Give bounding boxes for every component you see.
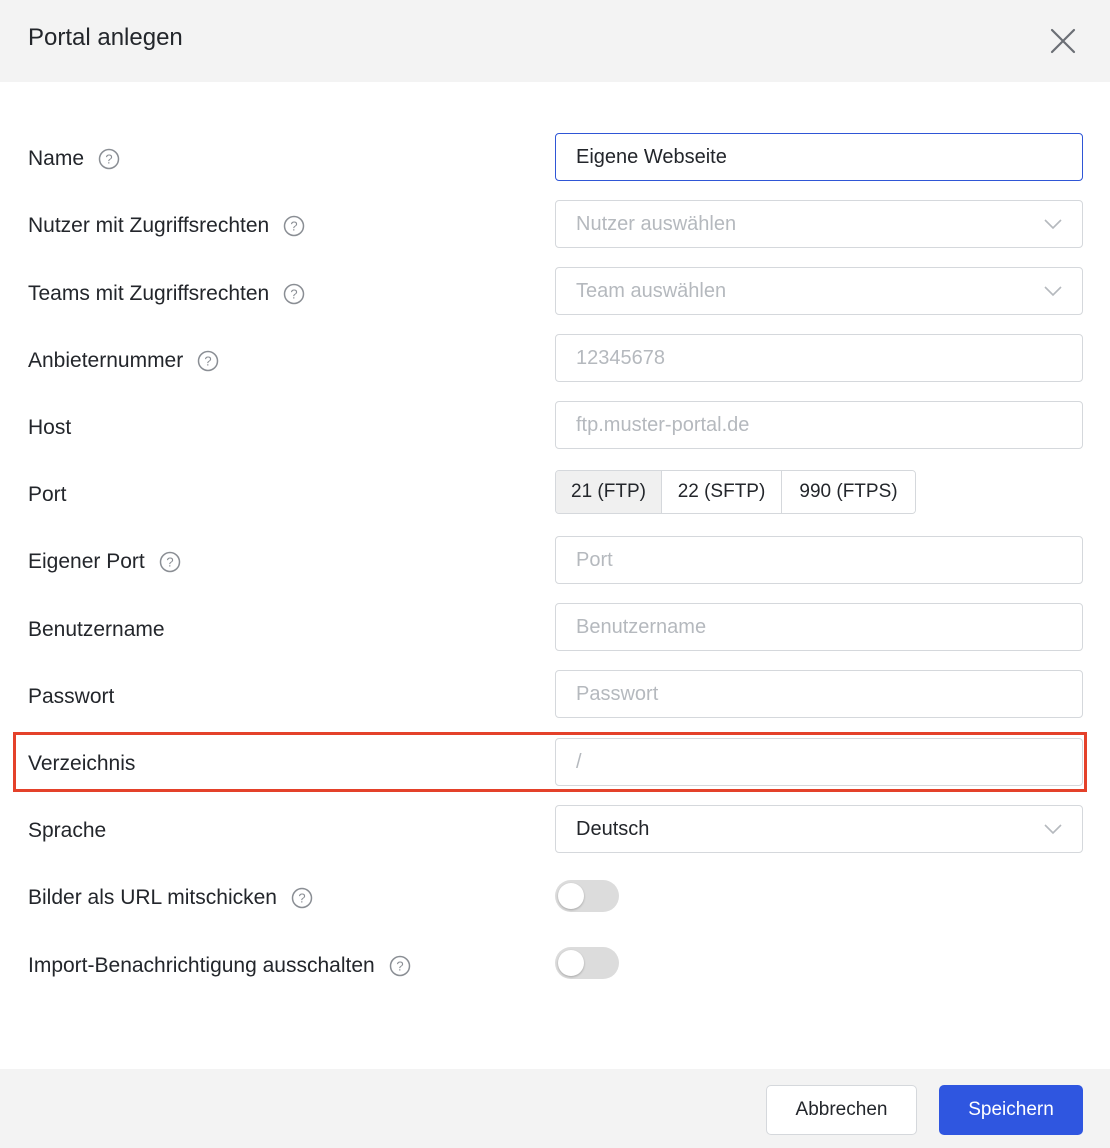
custom-port-field[interactable]	[555, 536, 1083, 584]
chevron-down-icon	[1044, 824, 1062, 835]
language-row-label: Sprache	[28, 816, 106, 846]
custom-port-label: Eigener Port	[28, 550, 145, 573]
password-label: Passwort	[28, 685, 115, 708]
users-select[interactable]: Nutzer auswählen	[555, 200, 1083, 248]
host-field[interactable]	[555, 401, 1083, 449]
users-label: Nutzer mit Zugriffsrechten	[28, 214, 270, 237]
help-icon[interactable]: ?	[283, 283, 305, 305]
directory-field[interactable]	[555, 738, 1083, 786]
provider-number-input[interactable]	[576, 346, 1062, 370]
svg-text:?: ?	[166, 555, 173, 570]
port-label: Port	[28, 483, 67, 506]
import-notification-toggle[interactable]	[555, 947, 619, 979]
username-label: Benutzername	[28, 618, 165, 641]
save-button[interactable]: Speichern	[939, 1085, 1083, 1135]
svg-text:?: ?	[291, 219, 298, 234]
teams-select-placeholder: Team auswählen	[576, 279, 727, 302]
help-icon[interactable]: ?	[98, 148, 120, 170]
name-row-label: Name ?	[28, 144, 120, 174]
username-row-label: Benutzername	[28, 615, 165, 645]
users-row-label: Nutzer mit Zugriffsrechten ?	[28, 211, 305, 241]
provider-number-row-label: Anbieternummer ?	[28, 346, 219, 376]
svg-text:?: ?	[291, 287, 298, 302]
custom-port-row-label: Eigener Port ?	[28, 547, 181, 577]
language-label: Sprache	[28, 819, 107, 842]
help-icon[interactable]: ?	[389, 955, 411, 977]
send-images-row-label: Bilder als URL mitschicken ?	[28, 883, 313, 913]
directory-input[interactable]	[576, 750, 1062, 774]
dialog-header: Portal anlegen	[0, 0, 1110, 82]
close-icon[interactable]	[1046, 24, 1080, 58]
cancel-button[interactable]: Abbrechen	[766, 1085, 917, 1135]
send-images-toggle[interactable]	[555, 880, 619, 912]
import-notification-label: Import-Benachrichtigung ausschalten	[28, 954, 375, 977]
port-row-label: Port	[28, 480, 67, 510]
provider-number-field[interactable]	[555, 334, 1083, 382]
language-select-value: Deutsch	[576, 817, 650, 840]
svg-text:?: ?	[105, 152, 112, 167]
password-input[interactable]	[576, 682, 1062, 706]
host-label: Host	[28, 416, 72, 439]
port-option-ftps[interactable]: 990 (FTPS)	[782, 471, 915, 513]
password-row-label: Passwort	[28, 682, 114, 712]
help-icon[interactable]: ?	[197, 350, 219, 372]
toggle-knob	[558, 950, 584, 976]
directory-label: Verzeichnis	[28, 752, 136, 775]
custom-port-input[interactable]	[576, 548, 1062, 572]
username-field[interactable]	[555, 603, 1083, 651]
name-label: Name	[28, 147, 85, 170]
send-images-label: Bilder als URL mitschicken	[28, 886, 277, 909]
name-input[interactable]	[576, 145, 1062, 169]
help-icon[interactable]: ?	[159, 551, 181, 573]
password-field[interactable]	[555, 670, 1083, 718]
dialog-title: Portal anlegen	[28, 24, 183, 51]
username-input[interactable]	[576, 615, 1062, 639]
port-option-sftp[interactable]: 22 (SFTP)	[662, 471, 782, 513]
chevron-down-icon	[1044, 286, 1062, 297]
host-input[interactable]	[576, 413, 1062, 437]
teams-select[interactable]: Team auswählen	[555, 267, 1083, 315]
help-icon[interactable]: ?	[283, 215, 305, 237]
users-select-placeholder: Nutzer auswählen	[576, 212, 737, 235]
svg-text:?: ?	[298, 891, 305, 906]
teams-label: Teams mit Zugriffsrechten	[28, 282, 270, 305]
svg-text:?: ?	[205, 354, 212, 369]
chevron-down-icon	[1044, 219, 1062, 230]
host-row-label: Host	[28, 413, 71, 443]
directory-row-label: Verzeichnis	[28, 749, 135, 779]
name-field[interactable]	[555, 133, 1083, 181]
svg-text:?: ?	[396, 959, 403, 974]
help-icon[interactable]: ?	[291, 887, 313, 909]
teams-row-label: Teams mit Zugriffsrechten ?	[28, 279, 305, 309]
toggle-knob	[558, 883, 584, 909]
port-segmented-control: 21 (FTP) 22 (SFTP) 990 (FTPS)	[555, 470, 916, 514]
port-option-ftp[interactable]: 21 (FTP)	[556, 471, 662, 513]
language-select[interactable]: Deutsch	[555, 805, 1083, 853]
provider-number-label: Anbieternummer	[28, 349, 184, 372]
import-notification-row-label: Import-Benachrichtigung ausschalten ?	[28, 951, 411, 981]
